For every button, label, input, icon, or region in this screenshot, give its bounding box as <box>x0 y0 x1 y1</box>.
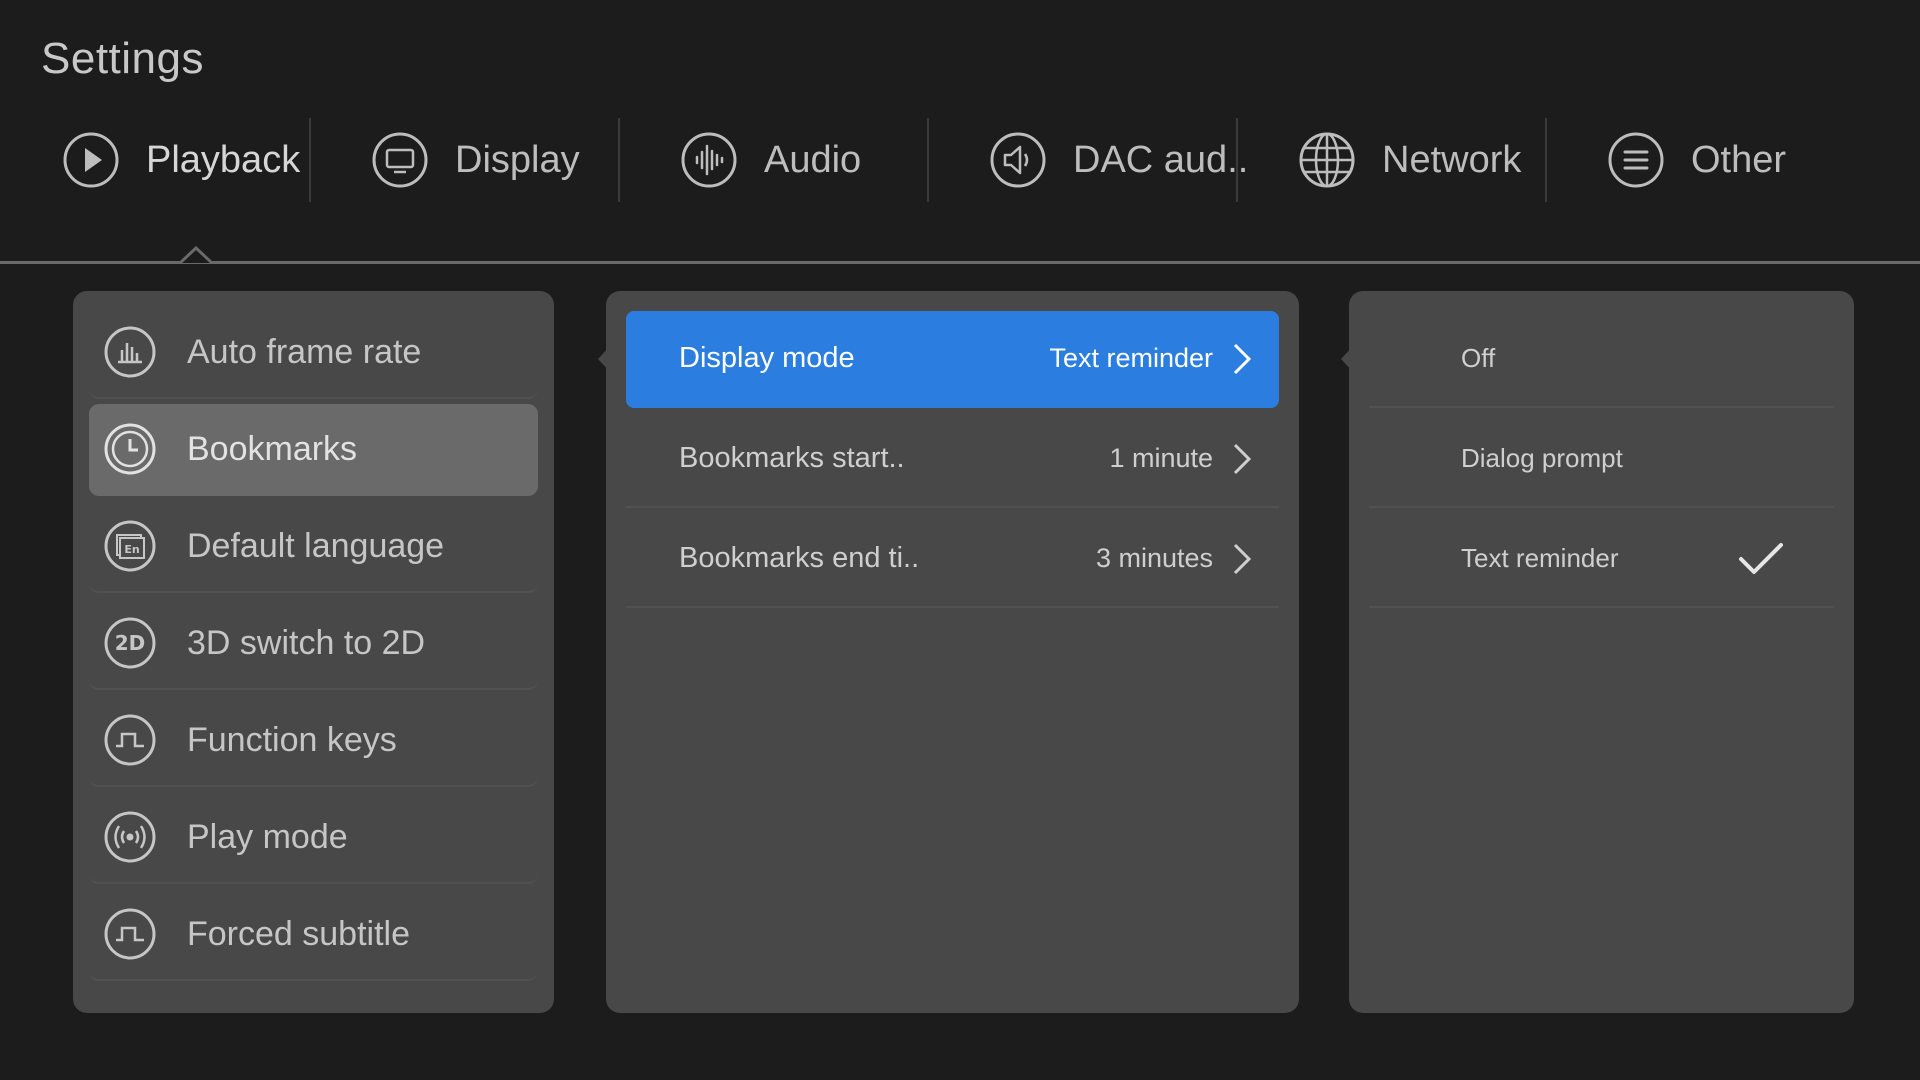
tab-label: Network <box>1382 138 1522 181</box>
chevron-right-icon <box>1233 443 1252 474</box>
menu-lines-icon <box>1608 132 1664 188</box>
language-en-icon: En <box>104 520 156 572</box>
menu-item-label: Bookmarks <box>187 429 358 468</box>
globe-icon <box>1299 132 1355 188</box>
checkmark-icon <box>1739 542 1783 574</box>
tab-label: Other <box>1691 138 1787 181</box>
setting-label: Display mode <box>679 342 855 374</box>
menu-item-label: 3D switch to 2D <box>187 623 426 662</box>
setting-label: Bookmarks end ti.. <box>679 542 920 574</box>
tab-dac-audio[interactable]: DAC aud.. <box>927 118 1248 202</box>
tab-label: Display <box>455 138 580 181</box>
settings-panel: Display mode Text reminder Bookmarks sta… <box>606 291 1299 1013</box>
tab-network[interactable]: Network <box>1236 118 1545 202</box>
tab-divider-line <box>0 261 1920 264</box>
tab-label: DAC aud.. <box>1073 138 1249 181</box>
pulse-wave-icon <box>104 714 156 766</box>
menu-item-label: Play mode <box>187 817 348 856</box>
svg-text:2D: 2D <box>115 631 146 655</box>
menu-item-function-keys[interactable]: Function keys <box>89 695 538 787</box>
menu-item-label: Default language <box>187 526 445 565</box>
setting-value: Text reminder <box>1049 343 1213 373</box>
pulse-wave-icon <box>104 908 156 960</box>
settings-screen: Settings Playback Display Audio DAC aud.… <box>0 0 1920 1080</box>
menu-item-label: Forced subtitle <box>187 914 410 953</box>
setting-label: Bookmarks start.. <box>679 442 905 474</box>
chevron-right-icon <box>1233 343 1252 374</box>
menu-item-label: Function keys <box>187 720 397 759</box>
broadcast-icon <box>104 811 156 863</box>
options-panel: Off Dialog prompt Text reminder <box>1349 291 1854 1013</box>
menu-item-auto-frame-rate[interactable]: Auto frame rate <box>89 307 538 399</box>
setting-display-mode[interactable]: Display mode Text reminder <box>626 311 1279 408</box>
setting-bookmarks-start[interactable]: Bookmarks start.. 1 minute <box>626 411 1279 508</box>
menu-item-default-language[interactable]: En Default language <box>89 501 538 593</box>
setting-value: 1 minute <box>1109 443 1213 473</box>
tab-playback[interactable]: Playback <box>0 118 309 202</box>
option-label: Text reminder <box>1461 543 1619 573</box>
menu-item-3d-switch-to-2d[interactable]: 2D 3D switch to 2D <box>89 598 538 690</box>
svg-text:En: En <box>124 543 139 556</box>
setting-value: 3 minutes <box>1095 543 1213 573</box>
menu-item-bookmarks[interactable]: Bookmarks <box>89 404 538 496</box>
tab-audio[interactable]: Audio <box>618 118 927 202</box>
speaker-icon <box>990 132 1046 188</box>
tab-label: Playback <box>146 138 301 181</box>
option-label: Dialog prompt <box>1461 443 1623 473</box>
clock-icon <box>104 423 156 475</box>
chevron-right-icon <box>1233 543 1252 574</box>
menu-item-forced-subtitle[interactable]: Forced subtitle <box>89 889 538 981</box>
active-tab-caret-icon <box>180 246 212 264</box>
tab-display[interactable]: Display <box>309 118 618 202</box>
monitor-icon <box>372 132 428 188</box>
tab-label: Audio <box>764 138 862 181</box>
menu-item-label: Auto frame rate <box>187 332 422 371</box>
page-title: Settings <box>41 34 204 83</box>
play-circle-icon <box>63 132 119 188</box>
audio-wave-icon <box>681 132 737 188</box>
tab-bar: Playback Display Audio DAC aud.. Network… <box>0 118 1920 202</box>
menu-item-play-mode[interactable]: Play mode <box>89 792 538 884</box>
setting-bookmarks-end[interactable]: Bookmarks end ti.. 3 minutes <box>626 511 1279 608</box>
option-text-reminder[interactable]: Text reminder <box>1369 511 1834 608</box>
option-dialog-prompt[interactable]: Dialog prompt <box>1369 411 1834 508</box>
option-off[interactable]: Off <box>1369 311 1834 408</box>
bar-chart-icon <box>104 326 156 378</box>
option-label: Off <box>1461 343 1496 373</box>
category-panel: Auto frame rate Bookmarks En Default lan… <box>73 291 554 1013</box>
tab-other[interactable]: Other <box>1545 118 1854 202</box>
2d-icon: 2D <box>104 617 156 669</box>
